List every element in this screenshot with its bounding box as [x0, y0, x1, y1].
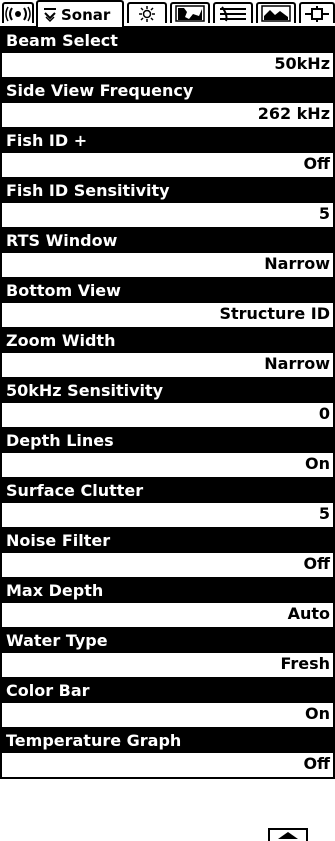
menu-item-label: 50kHz Sensitivity — [2, 379, 333, 403]
tab-map[interactable] — [170, 2, 210, 23]
menu-item-value: 5 — [318, 204, 330, 223]
chevron-up-icon — [278, 832, 298, 839]
menu-item-value: Structure ID — [219, 304, 330, 323]
menu-item-rts-window[interactable]: RTS Window Narrow — [2, 229, 333, 279]
tab-sonar[interactable]: Sonar — [36, 0, 124, 27]
menu-item-label: Depth Lines — [2, 429, 333, 453]
menu-item-value: 50kHz — [274, 54, 330, 73]
menu-item-label: Noise Filter — [2, 529, 333, 553]
menu-item-label: Surface Clutter — [2, 479, 333, 503]
menu-item-max-depth[interactable]: Max Depth Auto — [2, 579, 333, 629]
radar-icon — [5, 6, 31, 22]
menu-item-label: Side View Frequency — [2, 79, 333, 103]
menu-item-value: Off — [303, 154, 330, 173]
menu-item-label: Temperature Graph — [2, 729, 333, 753]
tab-picture[interactable] — [256, 2, 296, 23]
menu-item-label: Color Bar — [2, 679, 333, 703]
menu-item-value: On — [305, 704, 330, 723]
menu-item-water-type[interactable]: Water Type Fresh — [2, 629, 333, 679]
menu-item-depth-lines[interactable]: Depth Lines On — [2, 429, 333, 479]
tab-sun[interactable] — [127, 2, 167, 23]
menu-item-value: Off — [303, 754, 330, 773]
sonar-menu-screen: Sonar Beam Select 50kHz Side View Freque… — [0, 0, 335, 841]
menu-item-fish-id-sensitivity[interactable]: Fish ID Sensitivity 5 — [2, 179, 333, 229]
menu-item-bottom-view[interactable]: Bottom View Structure ID — [2, 279, 333, 329]
menu-item-beam-select[interactable]: Beam Select 50kHz — [2, 29, 333, 79]
menu-item-value: Narrow — [264, 354, 330, 373]
menu-item-label: Beam Select — [2, 29, 333, 53]
menu-item-value: Auto — [287, 604, 330, 623]
menu-item-color-bar[interactable]: Color Bar On — [2, 679, 333, 729]
menu-item-label: Zoom Width — [2, 329, 333, 353]
menu-item-surface-clutter[interactable]: Surface Clutter 5 — [2, 479, 333, 529]
menu-item-label: RTS Window — [2, 229, 333, 253]
setup-icon — [304, 5, 330, 22]
menu-item-value: 262 kHz — [257, 104, 330, 123]
menu-item-label: Max Depth — [2, 579, 333, 603]
tab-radar[interactable] — [2, 2, 34, 23]
scroll-up-indicator[interactable] — [268, 828, 308, 841]
sonar-settings-list: Beam Select 50kHz Side View Frequency 26… — [0, 27, 335, 779]
menu-item-value: Off — [303, 554, 330, 573]
menu-item-fish-id-plus[interactable]: Fish ID + Off — [2, 129, 333, 179]
tab-sonar-graph[interactable] — [213, 2, 253, 23]
sonar-graph-icon — [218, 5, 248, 22]
menu-item-label: Bottom View — [2, 279, 333, 303]
menu-item-label: Water Type — [2, 629, 333, 653]
menu-item-label: Fish ID + — [2, 129, 333, 153]
menu-item-value: 0 — [318, 404, 330, 423]
menu-item-value: On — [305, 454, 330, 473]
sonar-icon — [42, 7, 58, 23]
picture-icon — [261, 5, 291, 22]
menu-item-side-view-frequency[interactable]: Side View Frequency 262 kHz — [2, 79, 333, 129]
menu-item-50khz-sensitivity[interactable]: 50kHz Sensitivity 0 — [2, 379, 333, 429]
menu-item-temperature-graph[interactable]: Temperature Graph Off — [2, 729, 333, 779]
map-icon — [175, 5, 205, 22]
menu-item-label: Fish ID Sensitivity — [2, 179, 333, 203]
menu-item-value: 5 — [318, 504, 330, 523]
menu-item-zoom-width[interactable]: Zoom Width Narrow — [2, 329, 333, 379]
tab-bar: Sonar — [0, 0, 335, 28]
menu-item-value: Fresh — [280, 654, 330, 673]
menu-item-noise-filter[interactable]: Noise Filter Off — [2, 529, 333, 579]
menu-item-value: Narrow — [264, 254, 330, 273]
tab-sonar-label: Sonar — [61, 5, 111, 24]
sun-icon — [135, 5, 159, 22]
tab-setup[interactable] — [299, 2, 335, 23]
